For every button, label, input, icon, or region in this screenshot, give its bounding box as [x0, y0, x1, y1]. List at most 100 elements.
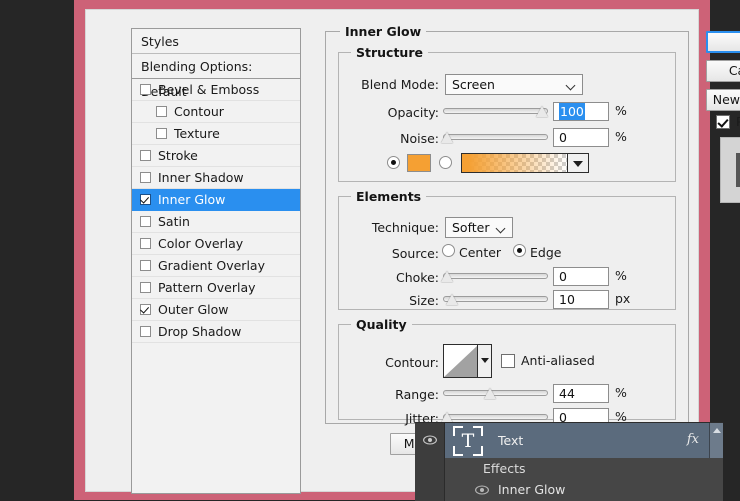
style-row-color-overlay[interactable]: Color Overlay — [132, 233, 300, 255]
checkbox-drop-shadow[interactable] — [140, 326, 151, 337]
radio-color-fill[interactable] — [387, 156, 400, 169]
checkbox-anti-aliased[interactable] — [501, 354, 515, 368]
slider-track — [443, 414, 548, 420]
eye-icon[interactable] — [475, 485, 489, 495]
new-style-button[interactable]: New Style... — [706, 89, 740, 111]
blending-options-row[interactable]: Blending Options: Default — [132, 54, 300, 79]
style-label: Gradient Overlay — [158, 255, 265, 277]
style-label: Texture — [174, 123, 220, 145]
text-layer-icon: T — [453, 426, 483, 456]
layer-name: Text — [498, 433, 523, 448]
elements-title: Elements — [351, 189, 426, 204]
source-edge-label: Edge — [530, 245, 580, 261]
cancel-button[interactable]: Cancel — [706, 60, 740, 82]
slider-thumb[interactable] — [441, 132, 453, 143]
slider-thumb[interactable] — [446, 294, 458, 305]
opacity-input[interactable]: 100 — [553, 102, 609, 121]
slider-track — [443, 108, 548, 114]
styles-list[interactable]: Styles Blending Options: Default Bevel &… — [131, 28, 301, 494]
radio-source-edge[interactable] — [513, 244, 526, 257]
style-row-inner-glow[interactable]: Inner Glow — [132, 189, 300, 211]
contour-thumbnail[interactable] — [444, 345, 477, 377]
range-value: 44 — [559, 386, 575, 401]
checkbox-inner-shadow[interactable] — [140, 172, 151, 183]
range-slider[interactable] — [443, 385, 548, 401]
technique-value: Softer — [452, 220, 490, 235]
slider-thumb[interactable] — [441, 271, 453, 282]
style-row-bevel-emboss[interactable]: Bevel & Emboss — [132, 79, 300, 101]
slider-thumb[interactable] — [484, 388, 496, 399]
radio-gradient-fill[interactable] — [439, 156, 452, 169]
style-row-stroke[interactable]: Stroke — [132, 145, 300, 167]
checkbox-gradient-overlay[interactable] — [140, 260, 151, 271]
gradient-swatch[interactable] — [462, 154, 567, 172]
contour-dropdown-arrow-icon[interactable] — [477, 345, 491, 377]
checkbox-pattern-overlay[interactable] — [140, 282, 151, 293]
style-label: Outer Glow — [158, 299, 229, 321]
layer-row-text[interactable]: T Text fx — [445, 423, 723, 458]
contour-picker[interactable] — [443, 344, 492, 378]
layer-effects-row[interactable]: Effects — [445, 458, 723, 479]
quality-group: Quality Contour: Anti-aliased Range: 44 — [338, 324, 676, 420]
noise-input[interactable]: 0 — [553, 128, 609, 147]
inner-glow-group: Inner Glow Structure Blend Mode: Screen … — [325, 31, 689, 424]
layers-scrollbar[interactable] — [709, 423, 723, 458]
technique-select[interactable]: Softer — [445, 217, 513, 238]
effect-name-label: Inner Glow — [498, 482, 565, 497]
layer-thumbnail[interactable]: T — [453, 426, 483, 456]
glow-color-swatch[interactable] — [407, 154, 431, 172]
checkbox-stroke[interactable] — [140, 150, 151, 161]
range-label: Range: — [347, 387, 439, 403]
checkbox-inner-glow[interactable] — [140, 194, 151, 205]
anti-aliased-option[interactable]: Anti-aliased — [501, 353, 595, 368]
chevron-down-icon — [567, 82, 575, 90]
style-row-pattern-overlay[interactable]: Pattern Overlay — [132, 277, 300, 299]
range-input[interactable]: 44 — [553, 384, 609, 403]
anti-aliased-label: Anti-aliased — [521, 353, 595, 368]
checkbox-contour[interactable] — [156, 106, 167, 117]
checkbox-bevel-emboss[interactable] — [140, 84, 151, 95]
elements-group: Elements Technique: Softer Source: Cente… — [338, 196, 676, 310]
style-label: Stroke — [158, 145, 198, 167]
eye-icon[interactable] — [423, 435, 437, 445]
style-row-outer-glow[interactable]: Outer Glow — [132, 299, 300, 321]
opacity-slider[interactable] — [443, 103, 548, 119]
slider-track — [443, 296, 548, 302]
size-value: 10 — [559, 292, 575, 307]
choke-unit: % — [615, 268, 627, 284]
layer-style-dialog: Styles Blending Options: Default Bevel &… — [85, 9, 699, 492]
noise-label: Noise: — [347, 131, 439, 147]
checkbox-satin[interactable] — [140, 216, 151, 227]
checkbox-texture[interactable] — [156, 128, 167, 139]
style-row-inner-shadow[interactable]: Inner Shadow — [132, 167, 300, 189]
layer-visibility-column — [415, 423, 445, 501]
preview-option[interactable]: Preview — [716, 114, 740, 129]
size-slider[interactable] — [443, 291, 548, 307]
desktop-background: Styles Blending Options: Default Bevel &… — [0, 0, 740, 500]
checkbox-preview[interactable] — [716, 115, 730, 129]
size-input[interactable]: 10 — [553, 290, 609, 309]
gradient-dropdown-arrow-icon[interactable] — [567, 154, 588, 172]
radio-source-center[interactable] — [442, 244, 455, 257]
choke-input[interactable]: 0 — [553, 267, 609, 286]
blend-mode-select[interactable]: Screen — [445, 74, 583, 95]
style-row-texture[interactable]: Texture — [132, 123, 300, 145]
style-label: Inner Glow — [158, 189, 225, 211]
gradient-picker[interactable] — [461, 153, 589, 173]
fx-badge-icon[interactable]: fx — [687, 432, 699, 447]
style-row-drop-shadow[interactable]: Drop Shadow — [132, 321, 300, 343]
layer-effect-inner-glow-row[interactable]: Inner Glow — [445, 479, 723, 501]
choke-slider[interactable] — [443, 268, 548, 284]
style-row-satin[interactable]: Satin — [132, 211, 300, 233]
contour-label: Contour: — [347, 355, 439, 371]
checkbox-color-overlay[interactable] — [140, 238, 151, 249]
noise-slider[interactable] — [443, 129, 548, 145]
checkbox-outer-glow[interactable] — [140, 304, 151, 315]
structure-title: Structure — [351, 45, 428, 60]
range-unit: % — [615, 385, 627, 401]
style-row-gradient-overlay[interactable]: Gradient Overlay — [132, 255, 300, 277]
style-row-contour[interactable]: Contour — [132, 101, 300, 123]
ok-button[interactable]: OK — [706, 31, 740, 53]
effects-label: Effects — [483, 461, 526, 476]
slider-thumb[interactable] — [536, 106, 548, 117]
